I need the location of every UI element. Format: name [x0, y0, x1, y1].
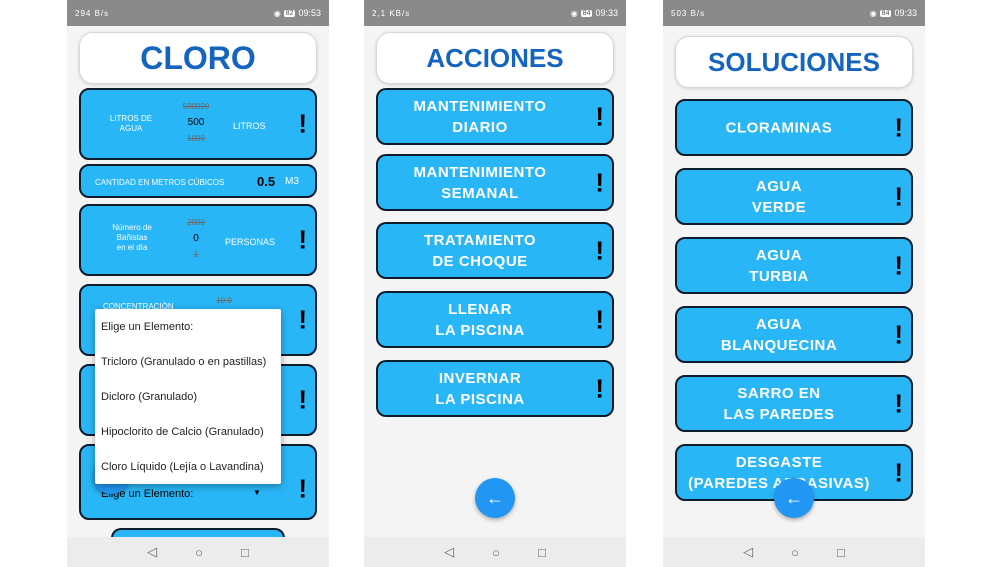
nav-back-icon[interactable]: ◁ — [147, 544, 157, 560]
cubicos-card: CANTIDAD EN METROS CÚBICOS 0.5 M3 — [79, 164, 317, 198]
nav-home-icon[interactable]: ○ — [195, 545, 203, 560]
status-bar: 503 B/s ◉ 84 09:33 — [663, 0, 925, 26]
banistas-number-picker[interactable]: 2000 0 1 — [171, 218, 221, 259]
status-bar: 2,1 KB/s ◉ 84 09:33 — [364, 0, 626, 26]
page-title: SOLUCIONES — [675, 36, 913, 88]
clock: 09:33 — [595, 8, 618, 18]
system-nav-bar: ◁ ○ □ — [364, 537, 626, 567]
cubicos-value: 0.5 — [257, 174, 276, 189]
back-arrow-fab[interactable]: ← — [774, 478, 814, 518]
info-icon[interactable]: ! — [298, 109, 307, 140]
eye-icon: ◉ — [570, 8, 578, 18]
cubicos-label: CANTIDAD EN METROS CÚBICOS — [95, 178, 225, 187]
phone-screen-soluciones: 503 B/s ◉ 84 09:33 SOLUCIONES CLORAMINAS… — [663, 0, 925, 567]
cloraminas-button[interactable]: CLORAMINAS ! — [675, 99, 913, 156]
dropdown-option-cloro-liquido[interactable]: Cloro Líquido (Lejía o Lavandina) — [95, 459, 281, 494]
banistas-unit: PERSONAS — [225, 237, 276, 247]
battery-icon: 84 — [879, 9, 892, 17]
page-title: CLORO — [79, 32, 317, 84]
info-icon[interactable]: ! — [894, 457, 903, 488]
info-icon[interactable]: ! — [894, 319, 903, 350]
sarro-paredes-button[interactable]: SARRO EN LAS PAREDES ! — [675, 375, 913, 432]
battery-icon: 84 — [580, 9, 593, 17]
signal-speed: 294 B/s — [75, 8, 110, 18]
info-icon[interactable]: ! — [595, 167, 604, 198]
litros-label: LITROS DE AGUA — [109, 114, 153, 133]
mantenimiento-diario-button[interactable]: MANTENIMIENTO DIARIO ! — [376, 88, 614, 145]
nav-back-icon[interactable]: ◁ — [444, 544, 454, 560]
litros-card: LITROS DE AGUA 500000 500 1000 LITROS ! — [79, 88, 317, 160]
back-arrow-fab[interactable]: ← — [475, 478, 515, 518]
battery-icon: 82 — [283, 9, 296, 17]
clock: 09:33 — [894, 8, 917, 18]
info-icon[interactable]: ! — [595, 304, 604, 335]
nav-home-icon[interactable]: ○ — [492, 545, 500, 560]
concentracion-number-picker[interactable]: 10.0 — [199, 296, 249, 305]
invernar-piscina-button[interactable]: INVERNAR LA PISCINA ! — [376, 360, 614, 417]
info-icon[interactable]: ! — [298, 474, 307, 505]
phone-screen-acciones: 2,1 KB/s ◉ 84 09:33 ACCIONES MANTENIMIEN… — [364, 0, 626, 567]
dropdown-option-tricloro[interactable]: Tricloro (Granulado o en pastillas) — [95, 354, 281, 389]
tratamiento-choque-button[interactable]: TRATAMIENTO DE CHOQUE ! — [376, 222, 614, 279]
info-icon[interactable]: ! — [595, 101, 604, 132]
page-title: ACCIONES — [376, 32, 614, 84]
signal-speed: 2,1 KB/s — [372, 8, 411, 18]
agua-verde-button[interactable]: AGUA VERDE ! — [675, 168, 913, 225]
info-icon[interactable]: ! — [298, 385, 307, 416]
info-icon[interactable]: ! — [298, 305, 307, 336]
eye-icon: ◉ — [273, 8, 281, 18]
status-bar: 294 B/s ◉ 82 09:53 — [67, 0, 329, 26]
nav-recents-icon[interactable]: □ — [241, 545, 249, 560]
agua-blanquecina-button[interactable]: AGUA BLANQUECINA ! — [675, 306, 913, 363]
nav-back-icon[interactable]: ◁ — [743, 544, 753, 560]
phone-screen-cloro: 294 B/s ◉ 82 09:53 CLORO LITROS DE AGUA 5… — [67, 0, 329, 567]
nav-home-icon[interactable]: ○ — [791, 545, 799, 560]
info-icon[interactable]: ! — [894, 250, 903, 281]
agua-turbia-button[interactable]: AGUA TURBIA ! — [675, 237, 913, 294]
nav-recents-icon[interactable]: □ — [538, 545, 546, 560]
nav-recents-icon[interactable]: □ — [837, 545, 845, 560]
eye-icon: ◉ — [869, 8, 877, 18]
llenar-piscina-button[interactable]: LLENAR LA PISCINA ! — [376, 291, 614, 348]
dropdown-option-dicloro[interactable]: Dicloro (Granulado) — [95, 389, 281, 424]
system-nav-bar: ◁ ○ □ — [67, 537, 329, 567]
elemento-dropdown-menu: Elige un Elemento: Tricloro (Granulado o… — [95, 309, 281, 484]
banistas-card: Número de Bañistas en el día 2000 0 1 PERS… — [79, 204, 317, 276]
info-icon[interactable]: ! — [894, 388, 903, 419]
info-icon[interactable]: ! — [894, 112, 903, 143]
info-icon[interactable]: ! — [595, 235, 604, 266]
cubicos-unit: M3 — [285, 176, 299, 187]
info-icon[interactable]: ! — [894, 181, 903, 212]
dropdown-option-hipoclorito[interactable]: Hipoclorito de Calcio (Granulado) — [95, 424, 281, 459]
info-icon[interactable]: ! — [298, 225, 307, 256]
mantenimiento-semanal-button[interactable]: MANTENIMIENTO SEMANAL ! — [376, 154, 614, 211]
system-nav-bar: ◁ ○ □ — [663, 537, 925, 567]
clock: 09:53 — [298, 8, 321, 18]
signal-speed: 503 B/s — [671, 8, 706, 18]
dropdown-title: Elige un Elemento: — [101, 321, 194, 333]
banistas-label: Número de Bañistas en el día — [112, 223, 152, 252]
litros-number-picker[interactable]: 500000 500 1000 — [171, 102, 221, 143]
litros-unit: LITROS — [233, 121, 266, 131]
info-icon[interactable]: ! — [595, 373, 604, 404]
